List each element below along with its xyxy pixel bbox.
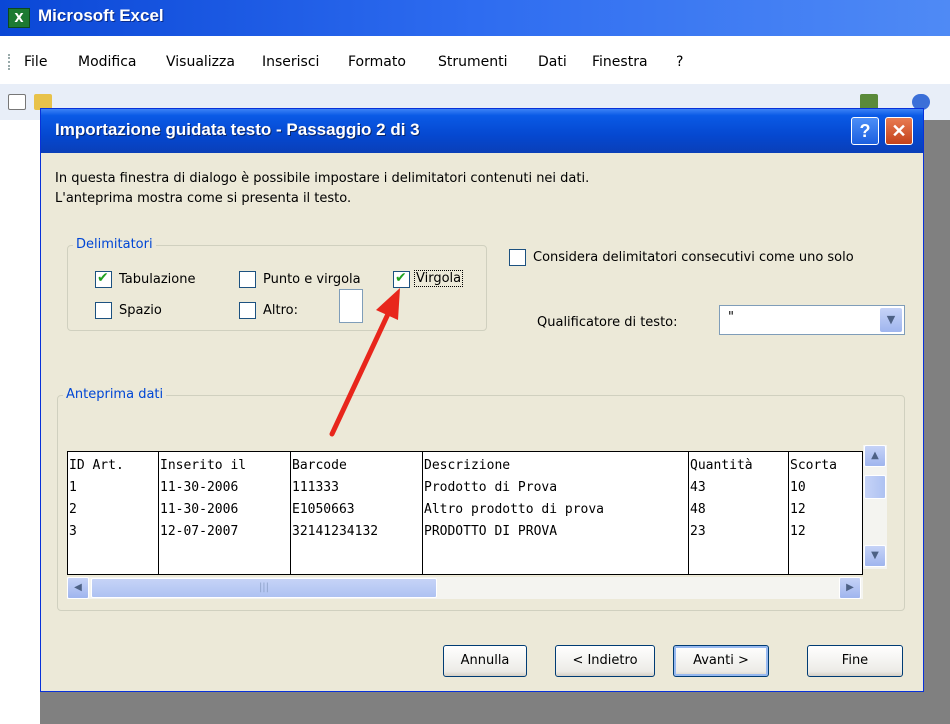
preview-vertical-scrollbar[interactable]: ▲ ▼	[863, 445, 887, 569]
menubar-grip	[8, 54, 12, 70]
preview-cell: PRODOTTO DI PROVA	[424, 524, 558, 539]
preview-header: Scorta	[790, 458, 837, 473]
dialog-title: Importazione guidata testo - Passaggio 2…	[55, 120, 420, 139]
menubar: File Modifica Visualizza Inserisci Forma…	[0, 40, 950, 76]
semicolon-checkbox[interactable]	[239, 271, 256, 288]
data-preview-grid[interactable]: ID Art. 1 2 3 Inserito il 11-30-2006 11-…	[67, 451, 863, 575]
finish-button[interactable]: Fine	[807, 645, 903, 677]
space-checkbox[interactable]	[95, 302, 112, 319]
preview-cell: 11-30-2006	[160, 480, 239, 495]
help-button[interactable]: ?	[851, 117, 879, 145]
preview-group-label: Anteprima dati	[63, 387, 167, 402]
menu-help[interactable]: ?	[676, 54, 683, 70]
excel-icon: X	[8, 8, 30, 28]
app-titlebar: X Microsoft Excel	[0, 0, 950, 36]
vertical-scroll-thumb[interactable]	[864, 475, 886, 499]
horizontal-scroll-thumb[interactable]: |||	[91, 578, 437, 598]
next-button[interactable]: Avanti >	[673, 645, 769, 677]
menu-dati[interactable]: Dati	[538, 54, 567, 70]
new-document-icon[interactable]	[8, 94, 26, 110]
cancel-button[interactable]: Annulla	[443, 645, 527, 677]
chevron-down-icon[interactable]: ▼	[880, 308, 902, 332]
semicolon-label[interactable]: Punto e virgola	[263, 272, 361, 287]
delimiters-group-label: Delimitatori	[73, 237, 156, 252]
chevron-left-icon[interactable]: ◀	[67, 577, 89, 599]
preview-header: Descrizione	[424, 458, 511, 473]
menu-modifica[interactable]: Modifica	[78, 54, 137, 70]
menu-formato[interactable]: Formato	[348, 54, 406, 70]
preview-header: Quantità	[690, 458, 753, 473]
preview-column-1[interactable]: ID Art. 1 2 3	[68, 452, 159, 574]
preview-header: Inserito il	[160, 458, 247, 473]
preview-column-2[interactable]: Inserito il 11-30-2006 11-30-2006 12-07-…	[159, 452, 291, 574]
other-label[interactable]: Altro:	[263, 303, 298, 318]
preview-cell: 10	[790, 480, 806, 495]
preview-column-4[interactable]: Descrizione Prodotto di Prova Altro prod…	[423, 452, 689, 574]
preview-header: ID Art.	[69, 458, 124, 473]
chevron-right-icon[interactable]: ▶	[839, 577, 861, 599]
menu-finestra[interactable]: Finestra	[592, 54, 648, 70]
preview-column-5[interactable]: Quantità 43 48 23	[689, 452, 789, 574]
preview-cell: 111333	[292, 480, 339, 495]
menu-file[interactable]: File	[24, 54, 47, 70]
text-qualifier-value: "	[728, 310, 734, 325]
preview-cell: 1	[69, 480, 77, 495]
preview-cell: 32141234132	[292, 524, 379, 539]
preview-cell: 3	[69, 524, 77, 539]
preview-cell: 43	[690, 480, 706, 495]
preview-header: Barcode	[292, 458, 347, 473]
preview-cell: E1050663	[292, 502, 355, 517]
preview-horizontal-scrollbar[interactable]: ◀ ||| ▶	[67, 577, 863, 599]
preview-cell: 12	[790, 524, 806, 539]
preview-column-6[interactable]: Scorta 10 12 12	[789, 452, 862, 574]
preview-cell: Altro prodotto di prova	[424, 502, 605, 517]
preview-cell: 2	[69, 502, 77, 517]
other-delimiter-input[interactable]	[339, 289, 363, 323]
preview-cell: 48	[690, 502, 706, 517]
preview-cell: 12	[790, 502, 806, 517]
intro-line-2: L'anteprima mostra come si presenta il t…	[55, 191, 352, 206]
tab-label[interactable]: Tabulazione	[119, 272, 195, 287]
chevron-up-icon[interactable]: ▲	[864, 445, 886, 467]
back-button[interactable]: < Indietro	[555, 645, 655, 677]
preview-column-3[interactable]: Barcode 111333 E1050663 32141234132	[291, 452, 423, 574]
preview-cell: 12-07-2007	[160, 524, 239, 539]
text-qualifier-label: Qualificatore di testo:	[537, 315, 678, 330]
close-button[interactable]: ✕	[885, 117, 913, 145]
consecutive-delimiters-checkbox[interactable]	[509, 249, 526, 266]
app-title: Microsoft Excel	[38, 6, 164, 25]
tab-checkbox[interactable]	[95, 270, 112, 288]
delimiters-groupbox	[67, 245, 487, 331]
intro-text: In questa finestra di dialogo è possibil…	[55, 169, 875, 209]
text-qualifier-select[interactable]: " ▼	[719, 305, 905, 335]
menu-visualizza[interactable]: Visualizza	[166, 54, 235, 70]
intro-line-1: In questa finestra di dialogo è possibil…	[55, 171, 590, 186]
menu-strumenti[interactable]: Strumenti	[438, 54, 508, 70]
workspace-left-strip	[0, 120, 40, 724]
consecutive-delimiters-label[interactable]: Considera delimitatori consecutivi come …	[533, 250, 854, 265]
comma-label[interactable]: Virgola	[413, 270, 464, 287]
text-import-wizard-dialog: Importazione guidata testo - Passaggio 2…	[40, 108, 924, 692]
menu-inserisci[interactable]: Inserisci	[262, 54, 319, 70]
preview-cell: 23	[690, 524, 706, 539]
comma-checkbox[interactable]	[393, 270, 410, 288]
dialog-titlebar[interactable]: Importazione guidata testo - Passaggio 2…	[41, 109, 923, 153]
preview-cell: Prodotto di Prova	[424, 480, 558, 495]
chevron-down-icon[interactable]: ▼	[864, 545, 886, 567]
preview-cell: 11-30-2006	[160, 502, 239, 517]
other-checkbox[interactable]	[239, 302, 256, 319]
space-label[interactable]: Spazio	[119, 303, 162, 318]
